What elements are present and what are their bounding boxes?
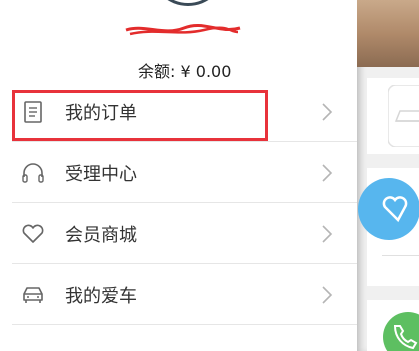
balance-value: ¥ 0.00 (180, 62, 232, 81)
heart-icon (22, 224, 44, 243)
divider (12, 324, 357, 325)
menu-item-label: 会员商城 (65, 224, 137, 246)
phone-shortcut-icon[interactable] (383, 312, 419, 351)
menu-item-my-car[interactable]: 我的爱车 (0, 264, 357, 325)
balance-text: 余额: ¥ 0.00 (138, 58, 231, 82)
chevron-right-icon (322, 224, 333, 243)
side-drawer: 余额: ¥ 0.00 我的订单 受理中心 会员商城 我的爱车 (0, 0, 357, 351)
avatar[interactable] (150, 0, 226, 6)
menu-item-label: 我的爱车 (65, 285, 137, 307)
document-icon (24, 100, 42, 123)
car-outline-icon (388, 85, 419, 147)
menu-item-service-center[interactable]: 受理中心 (0, 142, 357, 203)
menu-item-label: 受理中心 (65, 163, 137, 185)
car-icon (23, 286, 43, 303)
redacted-username (125, 23, 241, 36)
chevron-right-icon (322, 102, 333, 121)
chevron-right-icon (322, 285, 333, 304)
drawer-menu: 我的订单 受理中心 会员商城 我的爱车 (0, 81, 357, 325)
divider (382, 255, 419, 256)
headphones-icon (22, 162, 44, 183)
menu-item-my-orders[interactable]: 我的订单 (0, 81, 357, 142)
menu-item-member-mall[interactable]: 会员商城 (0, 203, 357, 264)
chevron-right-icon (322, 163, 333, 182)
balance-label: 余额: (138, 62, 176, 81)
heart-icon (382, 196, 408, 223)
banner-image (357, 0, 419, 67)
phone-icon (393, 325, 418, 350)
menu-item-label: 我的订单 (65, 102, 137, 124)
service-shortcut-icon[interactable] (358, 178, 419, 240)
main-content-peek[interactable] (357, 0, 419, 351)
